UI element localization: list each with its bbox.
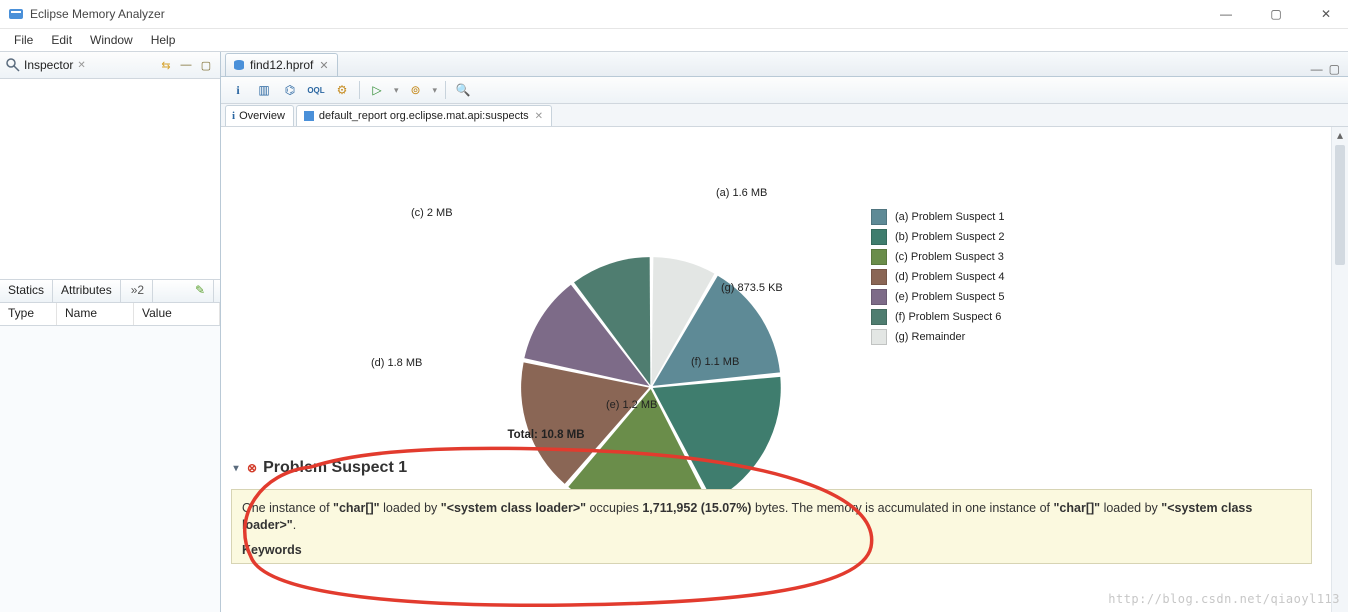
inspector-title: Inspector: [24, 58, 73, 72]
window-title: Eclipse Memory Analyzer: [30, 7, 165, 21]
slice-label-d: (d) 1.8 MB: [371, 357, 422, 369]
view-close-icon[interactable]: ✕: [77, 60, 85, 71]
vertical-scrollbar[interactable]: ▴: [1331, 127, 1348, 612]
subtab-suspects-report[interactable]: default_report org.eclipse.mat.api:suspe…: [296, 105, 552, 126]
legend-label: (g) Remainder: [895, 331, 965, 343]
editor-tab-close-icon[interactable]: ✕: [319, 59, 328, 72]
inspector-view: Inspector ✕ ⇆ — ▢ Statics Attributes »2 …: [0, 52, 221, 612]
collapse-icon[interactable]: ▾: [231, 463, 241, 474]
dropdown-icon[interactable]: ▾: [394, 85, 399, 96]
menu-bar: File Edit Window Help: [0, 29, 1348, 52]
col-name[interactable]: Name: [57, 303, 134, 325]
keywords-label: Keywords: [242, 542, 1301, 559]
legend-item[interactable]: (g) Remainder: [871, 327, 1004, 347]
inspector-wand-icon[interactable]: ✎: [187, 280, 214, 302]
hprof-file-icon: [232, 58, 246, 72]
menu-file[interactable]: File: [6, 31, 41, 49]
subtab-close-icon[interactable]: ✕: [535, 111, 543, 122]
toolbar-separator: [445, 81, 446, 99]
overview-icon: i: [232, 110, 235, 122]
error-icon: ⊗: [247, 461, 257, 475]
legend-swatch: [871, 269, 887, 285]
legend-item[interactable]: (d) Problem Suspect 4: [871, 267, 1004, 287]
col-type[interactable]: Type: [0, 303, 57, 325]
legend-item[interactable]: (f) Problem Suspect 6: [871, 307, 1004, 327]
pie-total-label: Total: 10.8 MB: [507, 429, 584, 441]
dropdown-icon[interactable]: ▾: [433, 85, 438, 96]
col-value[interactable]: Value: [134, 303, 220, 325]
subtab-overview-label: Overview: [239, 110, 285, 122]
report-icon: [303, 110, 315, 122]
window-minimize-button[interactable]: —: [1212, 7, 1240, 21]
tab-attributes[interactable]: Attributes: [53, 280, 121, 302]
legend-item[interactable]: (b) Problem Suspect 2: [871, 227, 1004, 247]
problem-suspect-title: Problem Suspect 1: [263, 459, 407, 477]
inspector-sync-button[interactable]: ⇆: [158, 57, 174, 73]
toolbar-threads-button[interactable]: ⚙: [333, 81, 351, 99]
report-content: (a) 1.6 MB (c) 2 MB (d) 1.8 MB (e) 1.2 M…: [221, 127, 1348, 612]
toolbar-histogram-button[interactable]: ▥: [255, 81, 273, 99]
toolbar-oql-button[interactable]: OQL: [307, 81, 325, 99]
window-maximize-button[interactable]: ▢: [1262, 7, 1290, 21]
slice-label-a: (a) 1.6 MB: [716, 187, 767, 199]
legend-item[interactable]: (a) Problem Suspect 1: [871, 207, 1004, 227]
legend-label: (f) Problem Suspect 6: [895, 311, 1001, 323]
scroll-thumb[interactable]: [1335, 145, 1345, 265]
menu-help[interactable]: Help: [143, 31, 184, 49]
editor-tab-label: find12.hprof: [250, 58, 313, 72]
app-icon: [8, 6, 24, 22]
legend-item[interactable]: (c) Problem Suspect 3: [871, 247, 1004, 267]
slice-label-g: (g) 873.5 KB: [721, 282, 783, 294]
legend-swatch: [871, 229, 887, 245]
toolbar-search-button[interactable]: 🔍: [454, 81, 472, 99]
toolbar-query-button[interactable]: ⊚: [407, 81, 425, 99]
legend-swatch: [871, 329, 887, 345]
scroll-up-icon[interactable]: ▴: [1337, 127, 1343, 143]
window-close-button[interactable]: ✕: [1312, 7, 1340, 21]
inspector-maximize-button[interactable]: ▢: [198, 57, 214, 73]
tab-overflow[interactable]: »2: [123, 280, 153, 302]
toolbar-run-button[interactable]: ▷: [368, 81, 386, 99]
subtab-report-label: default_report org.eclipse.mat.api:suspe…: [319, 110, 529, 122]
editor-maximize-button[interactable]: ▢: [1329, 62, 1340, 76]
tab-statics[interactable]: Statics: [0, 280, 53, 302]
menu-edit[interactable]: Edit: [43, 31, 80, 49]
window-titlebar: Eclipse Memory Analyzer — ▢ ✕: [0, 0, 1348, 29]
legend-label: (b) Problem Suspect 2: [895, 231, 1004, 243]
toolbar-separator: [359, 81, 360, 99]
slice-label-c: (c) 2 MB: [411, 207, 453, 219]
editor-area: find12.hprof ✕ — ▢ i ▥ ⌬ OQL ⚙ ▷ ▾ ⊚ ▾ 🔍…: [221, 52, 1348, 612]
watermark-text: http://blog.csdn.net/qiaoyl113: [1108, 592, 1340, 606]
menu-window[interactable]: Window: [82, 31, 141, 49]
editor-tab-hprof[interactable]: find12.hprof ✕: [225, 53, 338, 76]
legend-swatch: [871, 249, 887, 265]
legend-label: (e) Problem Suspect 5: [895, 291, 1004, 303]
legend-swatch: [871, 209, 887, 225]
slice-label-f: (f) 1.1 MB: [691, 356, 739, 368]
subtab-overview[interactable]: i Overview: [225, 105, 294, 126]
editor-minimize-button[interactable]: —: [1311, 62, 1323, 76]
toolbar-overview-button[interactable]: i: [229, 81, 247, 99]
inspector-icon: [6, 58, 20, 72]
legend-label: (c) Problem Suspect 3: [895, 251, 1004, 263]
legend-label: (d) Problem Suspect 4: [895, 271, 1004, 283]
inspector-minimize-button[interactable]: —: [178, 57, 194, 73]
slice-label-e: (e) 1.2 MB: [606, 399, 657, 411]
problem-suspect-heading[interactable]: ▾ ⊗ Problem Suspect 1: [231, 457, 1312, 479]
toolbar-dominator-button[interactable]: ⌬: [281, 81, 299, 99]
problem-suspect-details: One instance of "char[]" loaded by "<sys…: [231, 489, 1312, 564]
legend-label: (a) Problem Suspect 1: [895, 211, 1004, 223]
pie-legend: (a) Problem Suspect 1 (b) Problem Suspect…: [871, 207, 1004, 347]
legend-swatch: [871, 309, 887, 325]
legend-item[interactable]: (e) Problem Suspect 5: [871, 287, 1004, 307]
legend-swatch: [871, 289, 887, 305]
